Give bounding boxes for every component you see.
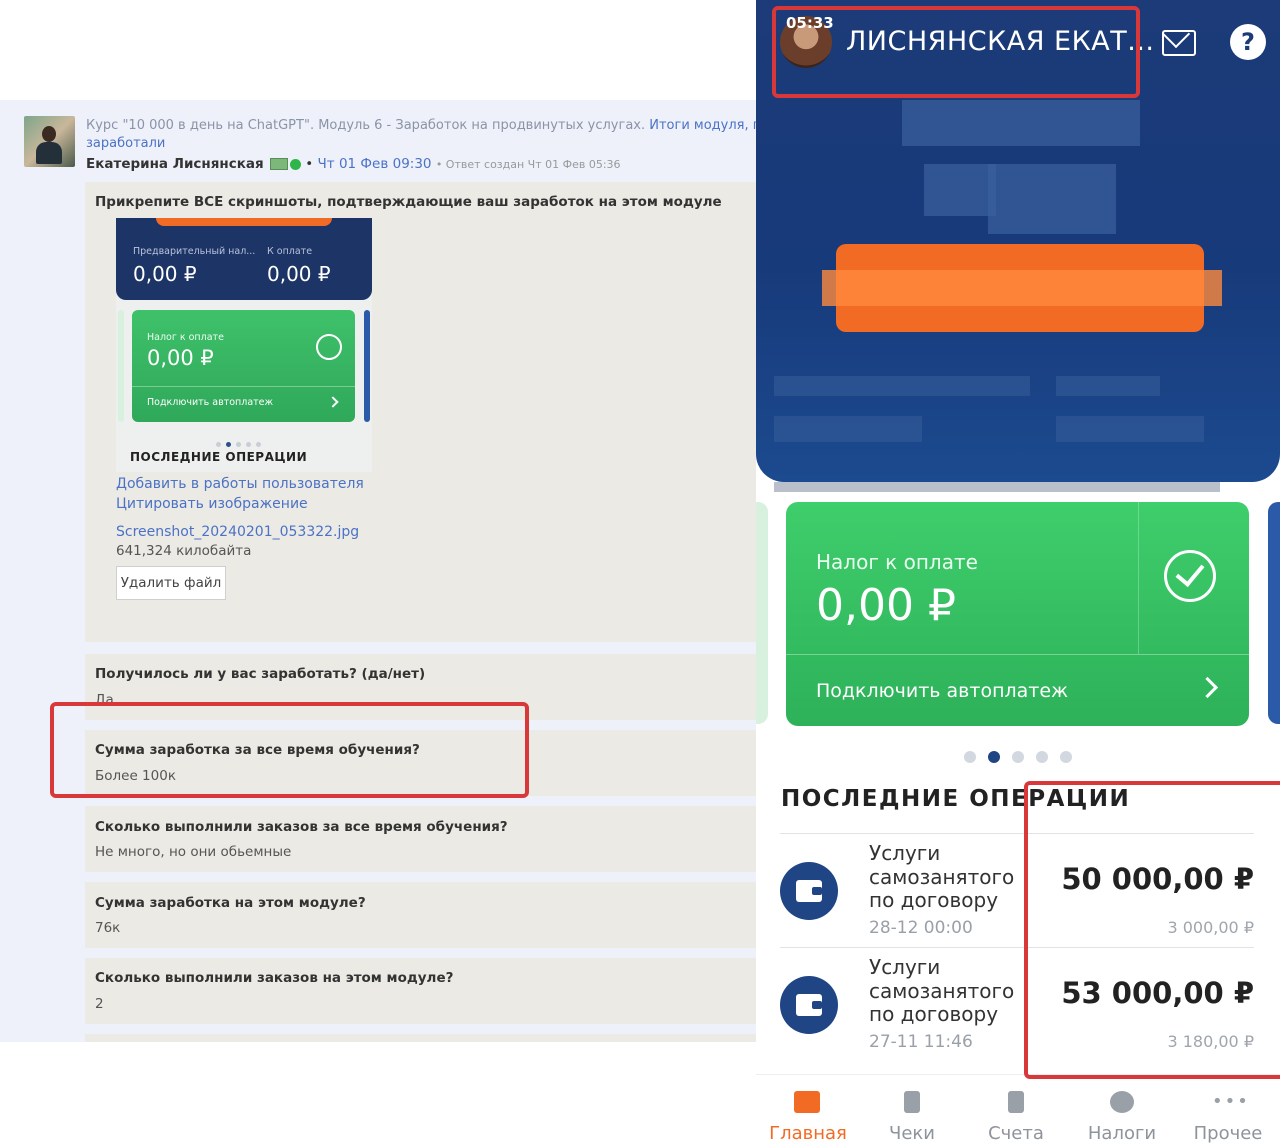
tax-value: 0,00 ₽ [816,580,956,631]
author-avatar[interactable] [24,116,75,167]
scroll-indicator [774,482,1220,492]
carousel-dots[interactable] [964,748,1084,767]
thumb-tax-label: Налог к оплате [147,332,224,343]
thumb-ops-title: ПОСЛЕДНИЕ ОПЕРАЦИИ [130,450,308,464]
nav-label: Прочее [1193,1123,1263,1144]
blurred-text [988,164,1116,234]
question-label: Получилось ли у вас заработать? (да/нет) [95,666,426,682]
mail-icon[interactable] [1162,30,1196,56]
highlight-box [1024,781,1280,1079]
operation-name: Услуги самозанятого по договору [869,841,1015,912]
delete-file-button[interactable]: Удалить файл [116,566,226,600]
question-block: Сколько выполнили заказов на этом модуле… [85,958,756,1024]
bottom-navigation: Главная Чеки Счета Налоги ••• Прочее [756,1074,1280,1145]
question-answer: 2 [95,996,104,1012]
question-label: Сумма заработка на этом модуле? [95,895,366,911]
thumb-side-left [118,310,124,422]
help-icon[interactable]: ? [1230,24,1266,60]
thumb-prelim-label: Предварительный нал... [133,246,256,257]
operation-name: Услуги самозанятого по договору [869,955,1015,1026]
quote-image-link[interactable]: Цитировать изображение [116,496,308,512]
thumb-tax-value: 0,00 ₽ [147,346,214,370]
breadcrumb-link-2[interactable]: заработали [86,135,165,153]
blurred-text [1056,416,1204,442]
tax-card[interactable]: Налог к оплате 0,00 ₽ Подключить автопла… [786,502,1249,726]
forum-panel: Курс "10 000 в день на ChatGPT". Модуль … [0,100,756,1042]
autopay-link[interactable]: Подключить автоплатеж [816,680,1068,702]
thumb-header: Предварительный нал... 0,00 ₽ К оплате 0… [116,218,372,300]
blurred-orange-banner [822,244,1222,332]
breadcrumb: Курс "10 000 в день на ChatGPT". Модуль … [86,117,756,135]
blurred-text [902,100,1140,146]
blurred-text [774,416,922,442]
thumb-autopay: Подключить автоплатеж [147,397,274,408]
highlight-box [772,6,1140,98]
thumb-prelim-value: 0,00 ₽ [133,262,197,286]
nav-label: Налоги [1087,1123,1157,1144]
thumb-pay-label: К оплате [267,246,313,257]
author-name[interactable]: Екатерина Лиснянская [86,156,264,172]
file-size: 641,324 килобайта [116,543,252,559]
breadcrumb-course[interactable]: Курс "10 000 в день на ChatGPT". Модуль … [86,118,645,133]
nav-label: Чеки [889,1123,935,1144]
blurred-text [1056,376,1160,396]
bullet: • [305,156,314,172]
highlight-box [50,702,529,798]
thumb-orange-bar [156,218,332,226]
online-status-icon [289,158,301,170]
thumb-carousel-dots [216,432,276,447]
question-block: Сколько выполнили заказов за все время о… [85,806,756,872]
nav-more[interactable]: ••• Прочее [1176,1075,1280,1145]
nav-label: Главная [769,1123,847,1144]
question-block: Сумма заработка на этом модуле? 76к [85,882,756,948]
author-line: Екатерина Лиснянская • Чт 01 Фев 09:30 •… [86,155,621,174]
blurred-text [774,376,1030,396]
thumb-tax-card: Налог к оплате 0,00 ₽ Подключить автопла… [132,310,355,422]
briefcase-icon [794,1091,820,1113]
coins-icon [1110,1091,1134,1113]
operation-date: 27-11 11:46 [869,1032,973,1052]
nav-taxes[interactable]: Налоги [1070,1075,1174,1145]
attach-label: Прикрепите ВСЕ скриншоты, подтверждающие… [95,194,722,210]
add-to-works-link[interactable]: Добавить в работы пользователя [116,476,364,492]
nav-home[interactable]: Главная [756,1075,860,1145]
nav-label: Счета [988,1123,1044,1144]
chevron-right-icon [327,396,339,408]
receipt-icon [904,1091,920,1113]
question-answer: Не много, но они обьемные [95,844,292,860]
question-label: Сколько выполнили заказов на этом модуле… [95,970,454,986]
breadcrumb-link[interactable]: Итоги модуля, под [649,118,756,133]
question-block-partial [85,1034,756,1042]
money-badge-icon [269,158,288,170]
check-circle-icon [1164,550,1216,602]
question-label: Сколько выполнили заказов за все время о… [95,819,508,835]
nav-invoices[interactable]: Счета [964,1075,1068,1145]
check-icon [316,334,342,360]
question-answer: 76к [95,920,121,936]
more-dots-icon: ••• [1212,1091,1250,1112]
card-peek-left[interactable] [756,502,768,724]
tax-label: Налог к оплате [816,550,978,574]
screenshot-thumbnail[interactable]: Предварительный нал... 0,00 ₽ К оплате 0… [116,218,372,472]
thumb-side-right [364,310,370,422]
post-meta: • Ответ создан Чт 01 Фев 05:36 [435,158,621,171]
card-peek-right[interactable] [1268,502,1280,724]
chevron-right-icon[interactable] [1196,676,1219,699]
post-date[interactable]: Чт 01 Фев 09:30 [318,156,432,172]
wallet-icon [780,976,838,1034]
nav-receipts[interactable]: Чеки [860,1075,964,1145]
operation-date: 28-12 00:00 [869,918,973,938]
file-link[interactable]: Screenshot_20240201_053322.jpg [116,524,359,540]
wallet-icon [780,862,838,920]
blurred-text [924,164,996,216]
document-icon [1008,1091,1024,1113]
thumb-pay-value: 0,00 ₽ [267,262,331,286]
